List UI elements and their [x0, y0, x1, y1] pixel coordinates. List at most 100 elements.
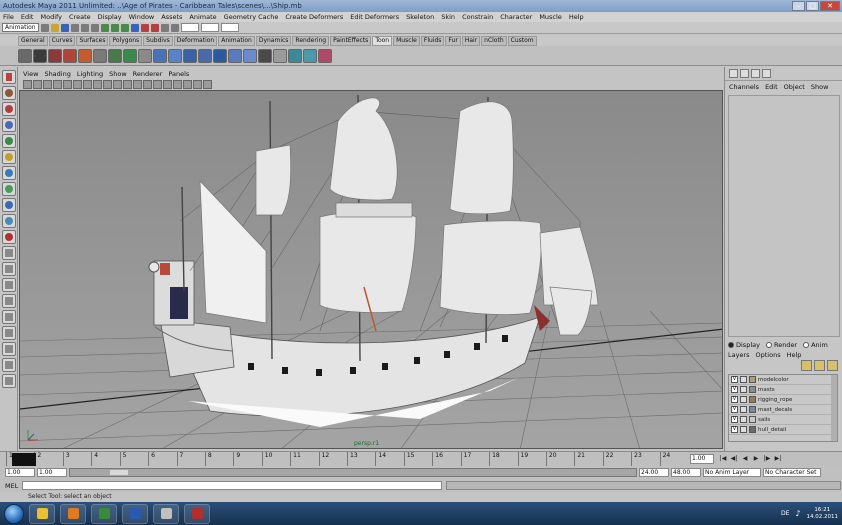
shelf-menu-icon[interactable] — [18, 48, 32, 63]
menu-skin[interactable]: Skin — [441, 13, 455, 21]
history-icon[interactable] — [130, 23, 139, 32]
step-forward-key-button[interactable]: |▶ — [762, 453, 772, 465]
layout-stack-icon[interactable] — [1, 294, 16, 308]
toon-set-icon[interactable] — [258, 48, 272, 63]
move-tool-icon[interactable] — [1, 118, 16, 132]
input-field-1[interactable] — [180, 23, 199, 32]
shelf-tab-subdivs[interactable]: Subdivs — [143, 35, 173, 46]
toon-outline-icon[interactable] — [48, 48, 62, 63]
menu-animate[interactable]: Animate — [189, 13, 216, 21]
menu-layer-help[interactable]: Help — [787, 351, 802, 359]
ipr-render-icon[interactable] — [150, 23, 159, 32]
image-plane-icon[interactable] — [53, 80, 62, 89]
shelf-tab-surfaces[interactable]: Surfaces — [76, 35, 109, 46]
toon-preset-icon[interactable] — [273, 48, 287, 63]
layout-side-icon[interactable] — [1, 278, 16, 292]
current-time-marker[interactable] — [12, 453, 36, 466]
command-language-label[interactable]: MEL — [5, 482, 18, 490]
channel-box-toggle-icon[interactable] — [729, 69, 738, 78]
toon-stroke-icon[interactable] — [303, 48, 317, 63]
shelf-tab-fluids[interactable]: Fluids — [420, 35, 445, 46]
viewport-menu-view[interactable]: View — [23, 70, 38, 79]
menu-cb-edit[interactable]: Edit — [765, 83, 778, 91]
safe-action-icon[interactable] — [113, 80, 122, 89]
viewport-menu-panels[interactable]: Panels — [168, 70, 189, 79]
layer-display-type-toggle[interactable] — [740, 386, 747, 393]
menu-channels[interactable]: Channels — [729, 83, 759, 91]
shelf-tab-muscle[interactable]: Muscle — [393, 35, 420, 46]
smooth-shade-icon[interactable] — [133, 80, 142, 89]
layout-hypershade-icon[interactable] — [1, 342, 16, 356]
render-settings-icon[interactable] — [160, 23, 169, 32]
move-layer-up-icon[interactable] — [801, 360, 812, 371]
layer-visible-toggle[interactable]: V — [731, 426, 738, 433]
taskbar-app-maya[interactable] — [184, 503, 210, 524]
film-gate-icon[interactable] — [73, 80, 82, 89]
layer-row[interactable]: V sails — [729, 415, 837, 425]
viewport-menu-lighting[interactable]: Lighting — [77, 70, 103, 79]
layer-display-type-toggle[interactable] — [740, 426, 747, 433]
menu-geometry-cache[interactable]: Geometry Cache — [224, 13, 279, 21]
field-chart-icon[interactable] — [103, 80, 112, 89]
shelf-tab-animation[interactable]: Animation — [218, 35, 255, 46]
range-handle[interactable] — [110, 470, 128, 475]
layer-visible-toggle[interactable]: V — [731, 416, 738, 423]
soft-mod-icon[interactable] — [1, 182, 16, 196]
toon-brush-icon[interactable] — [318, 48, 332, 63]
close-button[interactable]: ✕ — [820, 1, 840, 11]
menu-constrain[interactable]: Constrain — [462, 13, 493, 21]
layout-graph-icon[interactable] — [1, 326, 16, 340]
toon-reverse-icon[interactable] — [213, 48, 227, 63]
start-button[interactable] — [4, 503, 24, 524]
menu-muscle[interactable]: Muscle — [539, 13, 562, 21]
grid-toggle-icon[interactable] — [63, 80, 72, 89]
wireframe-on-shaded-icon[interactable] — [143, 80, 152, 89]
play-backwards-button[interactable]: ◀ — [740, 453, 750, 465]
viewport-menu-shading[interactable]: Shading — [44, 70, 70, 79]
high-quality-icon[interactable] — [203, 80, 212, 89]
menu-modify[interactable]: Modify — [40, 13, 62, 21]
layer-row[interactable]: V hull_detail — [729, 425, 837, 435]
menu-display[interactable]: Display — [98, 13, 122, 21]
layer-row[interactable]: V masts — [729, 385, 837, 395]
new-layer-selected-icon[interactable] — [827, 360, 838, 371]
volume-icon[interactable]: ♪ — [795, 509, 800, 518]
layer-list-scrollbar[interactable] — [831, 375, 837, 441]
select-object-icon[interactable] — [80, 23, 89, 32]
menu-options[interactable]: Options — [756, 351, 781, 359]
toon-shader-icon[interactable] — [63, 48, 77, 63]
go-to-start-button[interactable]: |◀ — [718, 453, 728, 465]
layer-mode-display[interactable]: Display — [728, 341, 760, 349]
shelf-tab-fur[interactable]: Fur — [445, 35, 461, 46]
menu-window[interactable]: Window — [129, 13, 155, 21]
layer-row[interactable]: V rigging_rope — [729, 395, 837, 405]
shelf-tab-custom[interactable]: Custom — [507, 35, 537, 46]
snap-curve-icon[interactable] — [110, 23, 119, 32]
lasso-tool-icon[interactable] — [1, 86, 16, 100]
menuset-dropdown[interactable]: Animation — [2, 23, 39, 32]
toon-ramp-icon[interactable] — [168, 48, 182, 63]
xray-icon[interactable] — [183, 80, 192, 89]
shelf-tab-painteffects[interactable]: PaintEffects — [330, 35, 372, 46]
shelf-tab-toon[interactable]: Toon — [372, 35, 393, 46]
gate-mask-icon[interactable] — [93, 80, 102, 89]
menu-edit-deformers[interactable]: Edit Deformers — [350, 13, 399, 21]
toon-convert-icon[interactable] — [243, 48, 257, 63]
shelf-tab-curves[interactable]: Curves — [48, 35, 76, 46]
taskbar-app-messenger[interactable] — [91, 503, 117, 524]
perspective-viewport[interactable]: persp.r1 — [19, 90, 723, 449]
minimize-button[interactable]: – — [792, 1, 805, 11]
layer-color-swatch[interactable] — [749, 426, 756, 433]
layer-row[interactable]: V modelcolor — [729, 375, 837, 385]
new-layer-icon[interactable] — [814, 360, 825, 371]
layer-color-swatch[interactable] — [749, 406, 756, 413]
scale-tool-icon[interactable] — [1, 150, 16, 164]
rotate-tool-icon[interactable] — [1, 134, 16, 148]
last-tool-icon[interactable] — [1, 214, 16, 228]
layer-display-type-toggle[interactable] — [740, 376, 747, 383]
camera-attributes-icon[interactable] — [33, 80, 42, 89]
save-scene-icon[interactable] — [60, 23, 69, 32]
current-frame-field[interactable]: 1.00 — [690, 454, 714, 464]
menu-cb-show[interactable]: Show — [811, 83, 829, 91]
play-forwards-button[interactable]: ▶ — [751, 453, 761, 465]
